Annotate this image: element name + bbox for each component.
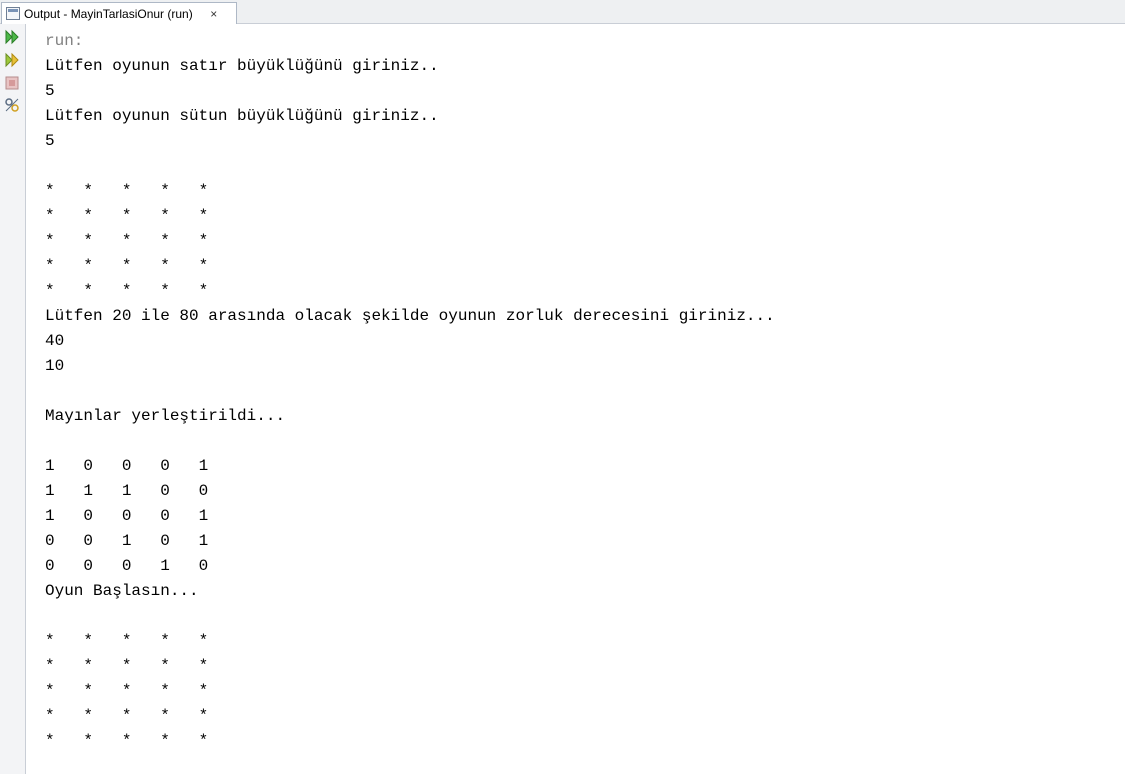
console-line: 1 1 1 0 0 — [45, 482, 209, 500]
console-line: * * * * * — [45, 632, 209, 650]
console-line: 5 — [45, 132, 55, 150]
rerun-icon[interactable] — [3, 28, 21, 46]
output-window-icon — [6, 7, 20, 20]
console-line: * * * * * — [45, 282, 209, 300]
console-line: * * * * * — [45, 732, 209, 750]
console-line: 1 0 0 0 1 — [45, 457, 209, 475]
console-line: 10 — [45, 357, 65, 375]
console-line: * * * * * — [45, 657, 209, 675]
console-line: 1 0 0 0 1 — [45, 507, 209, 525]
console-line: * * * * * — [45, 257, 209, 275]
console-line: * * * * * — [45, 707, 209, 725]
console-line: 0 0 1 0 1 — [45, 532, 209, 550]
console-line: Lütfen oyunun satır büyüklüğünü giriniz.… — [45, 57, 439, 75]
console-line: * * * * * — [45, 207, 209, 225]
console-output[interactable]: run: Lütfen oyunun satır büyüklüğünü gir… — [45, 29, 1115, 769]
output-toolbar — [0, 24, 26, 774]
console-line: * * * * * — [45, 232, 209, 250]
tab-bar: Output - MayinTarlasiOnur (run) × — [0, 0, 1125, 24]
close-icon[interactable]: × — [207, 7, 221, 21]
console-line: 40 — [45, 332, 65, 350]
tab-output[interactable]: Output - MayinTarlasiOnur (run) × — [1, 2, 237, 24]
console-line: Lütfen oyunun sütun büyüklüğünü giriniz.… — [45, 107, 439, 125]
console-line: 0 0 0 1 0 — [45, 557, 209, 575]
settings-icon[interactable] — [3, 96, 21, 114]
rerun-with-options-icon[interactable] — [3, 51, 21, 69]
console-line: * * * * * — [45, 682, 209, 700]
console-line: 5 — [45, 82, 55, 100]
console-line: Mayınlar yerleştirildi... — [45, 407, 286, 425]
console-line: run: — [45, 32, 84, 50]
console-line: Lütfen 20 ile 80 arasında olacak şekilde… — [45, 307, 775, 325]
console-line: * * * * * — [45, 182, 209, 200]
tab-title: Output - MayinTarlasiOnur (run) — [24, 6, 193, 21]
stop-icon[interactable] — [3, 74, 21, 92]
console-line: Oyun Başlasın... — [45, 582, 199, 600]
